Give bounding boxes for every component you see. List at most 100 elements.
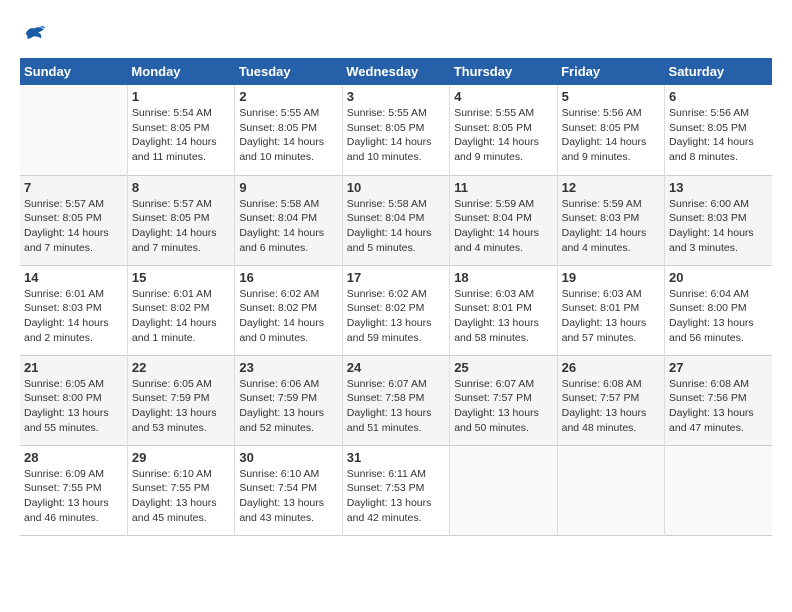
calendar-week-row: 21 Sunrise: 6:05 AM Sunset: 8:00 PM Dayli… <box>20 355 772 445</box>
day-info: Sunrise: 6:08 AM Sunset: 7:57 PM Dayligh… <box>562 377 660 436</box>
day-info: Sunrise: 6:10 AM Sunset: 7:55 PM Dayligh… <box>132 467 230 526</box>
day-number: 18 <box>454 270 552 285</box>
day-number: 25 <box>454 360 552 375</box>
day-number: 6 <box>669 89 768 104</box>
day-number: 9 <box>239 180 337 195</box>
logo <box>20 20 52 48</box>
day-number: 15 <box>132 270 230 285</box>
day-info: Sunrise: 6:05 AM Sunset: 7:59 PM Dayligh… <box>132 377 230 436</box>
calendar-week-row: 28 Sunrise: 6:09 AM Sunset: 7:55 PM Dayli… <box>20 445 772 535</box>
calendar-cell: 20 Sunrise: 6:04 AM Sunset: 8:00 PM Dayli… <box>665 265 772 355</box>
weekday-header: Wednesday <box>342 58 449 85</box>
day-number: 8 <box>132 180 230 195</box>
weekday-header: Tuesday <box>235 58 342 85</box>
day-number: 26 <box>562 360 660 375</box>
day-info: Sunrise: 5:56 AM Sunset: 8:05 PM Dayligh… <box>562 106 660 165</box>
calendar-cell: 16Sunrise: 6:02 AM Sunset: 8:02 PM Dayli… <box>235 265 342 355</box>
weekday-header: Saturday <box>665 58 772 85</box>
calendar-cell: 8 Sunrise: 5:57 AM Sunset: 8:05 PM Daylig… <box>127 175 234 265</box>
calendar-cell <box>557 445 664 535</box>
day-info: Sunrise: 6:03 AM Sunset: 8:01 PM Dayligh… <box>562 287 660 346</box>
day-number: 7 <box>24 180 123 195</box>
day-info: Sunrise: 6:08 AM Sunset: 7:56 PM Dayligh… <box>669 377 768 436</box>
day-number: 13 <box>669 180 768 195</box>
day-number: 16 <box>239 270 337 285</box>
calendar-cell: 19 Sunrise: 6:03 AM Sunset: 8:01 PM Dayli… <box>557 265 664 355</box>
day-info: Sunrise: 6:10 AM Sunset: 7:54 PM Dayligh… <box>239 467 337 526</box>
calendar-cell: 9 Sunrise: 5:58 AM Sunset: 8:04 PM Daylig… <box>235 175 342 265</box>
day-number: 28 <box>24 450 123 465</box>
weekday-header: Thursday <box>450 58 557 85</box>
day-info: Sunrise: 5:59 AM Sunset: 8:04 PM Dayligh… <box>454 197 552 256</box>
calendar-week-row: 7 Sunrise: 5:57 AM Sunset: 8:05 PM Daylig… <box>20 175 772 265</box>
day-info: Sunrise: 6:07 AM Sunset: 7:57 PM Dayligh… <box>454 377 552 436</box>
day-number: 21 <box>24 360 123 375</box>
weekday-header: Sunday <box>20 58 127 85</box>
day-number: 24 <box>347 360 445 375</box>
day-number: 5 <box>562 89 660 104</box>
day-number: 30 <box>239 450 337 465</box>
day-info: Sunrise: 5:57 AM Sunset: 8:05 PM Dayligh… <box>24 197 123 256</box>
day-info: Sunrise: 5:59 AM Sunset: 8:03 PM Dayligh… <box>562 197 660 256</box>
calendar-cell: 6 Sunrise: 5:56 AM Sunset: 8:05 PM Daylig… <box>665 85 772 175</box>
day-info: Sunrise: 5:57 AM Sunset: 8:05 PM Dayligh… <box>132 197 230 256</box>
day-info: Sunrise: 5:55 AM Sunset: 8:05 PM Dayligh… <box>347 106 445 165</box>
calendar-cell: 28 Sunrise: 6:09 AM Sunset: 7:55 PM Dayli… <box>20 445 127 535</box>
day-info: Sunrise: 6:01 AM Sunset: 8:03 PM Dayligh… <box>24 287 123 346</box>
weekday-header: Friday <box>557 58 664 85</box>
day-number: 19 <box>562 270 660 285</box>
calendar-cell: 22 Sunrise: 6:05 AM Sunset: 7:59 PM Dayli… <box>127 355 234 445</box>
day-info: Sunrise: 5:58 AM Sunset: 8:04 PM Dayligh… <box>347 197 445 256</box>
calendar-cell: 18 Sunrise: 6:03 AM Sunset: 8:01 PM Dayli… <box>450 265 557 355</box>
day-number: 10 <box>347 180 445 195</box>
day-number: 12 <box>562 180 660 195</box>
day-number: 22 <box>132 360 230 375</box>
calendar-cell: 5 Sunrise: 5:56 AM Sunset: 8:05 PM Daylig… <box>557 85 664 175</box>
day-info: Sunrise: 6:04 AM Sunset: 8:00 PM Dayligh… <box>669 287 768 346</box>
day-info: Sunrise: 6:03 AM Sunset: 8:01 PM Dayligh… <box>454 287 552 346</box>
calendar-cell <box>665 445 772 535</box>
day-number: 2 <box>239 89 337 104</box>
calendar-cell <box>450 445 557 535</box>
calendar-cell: 12 Sunrise: 5:59 AM Sunset: 8:03 PM Dayli… <box>557 175 664 265</box>
day-number: 11 <box>454 180 552 195</box>
page-header <box>20 20 772 48</box>
day-info: Sunrise: 6:02 AM Sunset: 8:02 PM Dayligh… <box>347 287 445 346</box>
day-info: Sunrise: 6:09 AM Sunset: 7:55 PM Dayligh… <box>24 467 123 526</box>
day-number: 1 <box>132 89 230 104</box>
calendar-cell: 30 Sunrise: 6:10 AM Sunset: 7:54 PM Dayli… <box>235 445 342 535</box>
calendar-cell: 3 Sunrise: 5:55 AM Sunset: 8:05 PM Daylig… <box>342 85 449 175</box>
calendar-cell: 14Sunrise: 6:01 AM Sunset: 8:03 PM Dayli… <box>20 265 127 355</box>
weekday-header-row: SundayMondayTuesdayWednesdayThursdayFrid… <box>20 58 772 85</box>
calendar-cell: 21 Sunrise: 6:05 AM Sunset: 8:00 PM Dayli… <box>20 355 127 445</box>
day-number: 4 <box>454 89 552 104</box>
day-number: 20 <box>669 270 768 285</box>
calendar-cell: 13 Sunrise: 6:00 AM Sunset: 8:03 PM Dayli… <box>665 175 772 265</box>
day-info: Sunrise: 6:05 AM Sunset: 8:00 PM Dayligh… <box>24 377 123 436</box>
calendar-cell: 15 Sunrise: 6:01 AM Sunset: 8:02 PM Dayli… <box>127 265 234 355</box>
day-info: Sunrise: 6:07 AM Sunset: 7:58 PM Dayligh… <box>347 377 445 436</box>
calendar-cell: 2Sunrise: 5:55 AM Sunset: 8:05 PM Daylig… <box>235 85 342 175</box>
calendar-cell: 25 Sunrise: 6:07 AM Sunset: 7:57 PM Dayli… <box>450 355 557 445</box>
logo-icon <box>20 20 48 48</box>
weekday-header: Monday <box>127 58 234 85</box>
day-info: Sunrise: 6:06 AM Sunset: 7:59 PM Dayligh… <box>239 377 337 436</box>
calendar-table: SundayMondayTuesdayWednesdayThursdayFrid… <box>20 58 772 536</box>
day-number: 3 <box>347 89 445 104</box>
day-info: Sunrise: 5:58 AM Sunset: 8:04 PM Dayligh… <box>239 197 337 256</box>
day-info: Sunrise: 6:11 AM Sunset: 7:53 PM Dayligh… <box>347 467 445 526</box>
calendar-cell: 10 Sunrise: 5:58 AM Sunset: 8:04 PM Dayli… <box>342 175 449 265</box>
calendar-cell <box>20 85 127 175</box>
calendar-cell: 24 Sunrise: 6:07 AM Sunset: 7:58 PM Dayli… <box>342 355 449 445</box>
calendar-cell: 31 Sunrise: 6:11 AM Sunset: 7:53 PM Dayli… <box>342 445 449 535</box>
day-number: 31 <box>347 450 445 465</box>
calendar-cell: 4Sunrise: 5:55 AM Sunset: 8:05 PM Daylig… <box>450 85 557 175</box>
calendar-cell: 26 Sunrise: 6:08 AM Sunset: 7:57 PM Dayli… <box>557 355 664 445</box>
day-info: Sunrise: 5:56 AM Sunset: 8:05 PM Dayligh… <box>669 106 768 165</box>
calendar-cell: 23 Sunrise: 6:06 AM Sunset: 7:59 PM Dayli… <box>235 355 342 445</box>
day-number: 23 <box>239 360 337 375</box>
day-info: Sunrise: 6:01 AM Sunset: 8:02 PM Dayligh… <box>132 287 230 346</box>
calendar-cell: 29Sunrise: 6:10 AM Sunset: 7:55 PM Dayli… <box>127 445 234 535</box>
day-number: 17 <box>347 270 445 285</box>
day-info: Sunrise: 6:00 AM Sunset: 8:03 PM Dayligh… <box>669 197 768 256</box>
